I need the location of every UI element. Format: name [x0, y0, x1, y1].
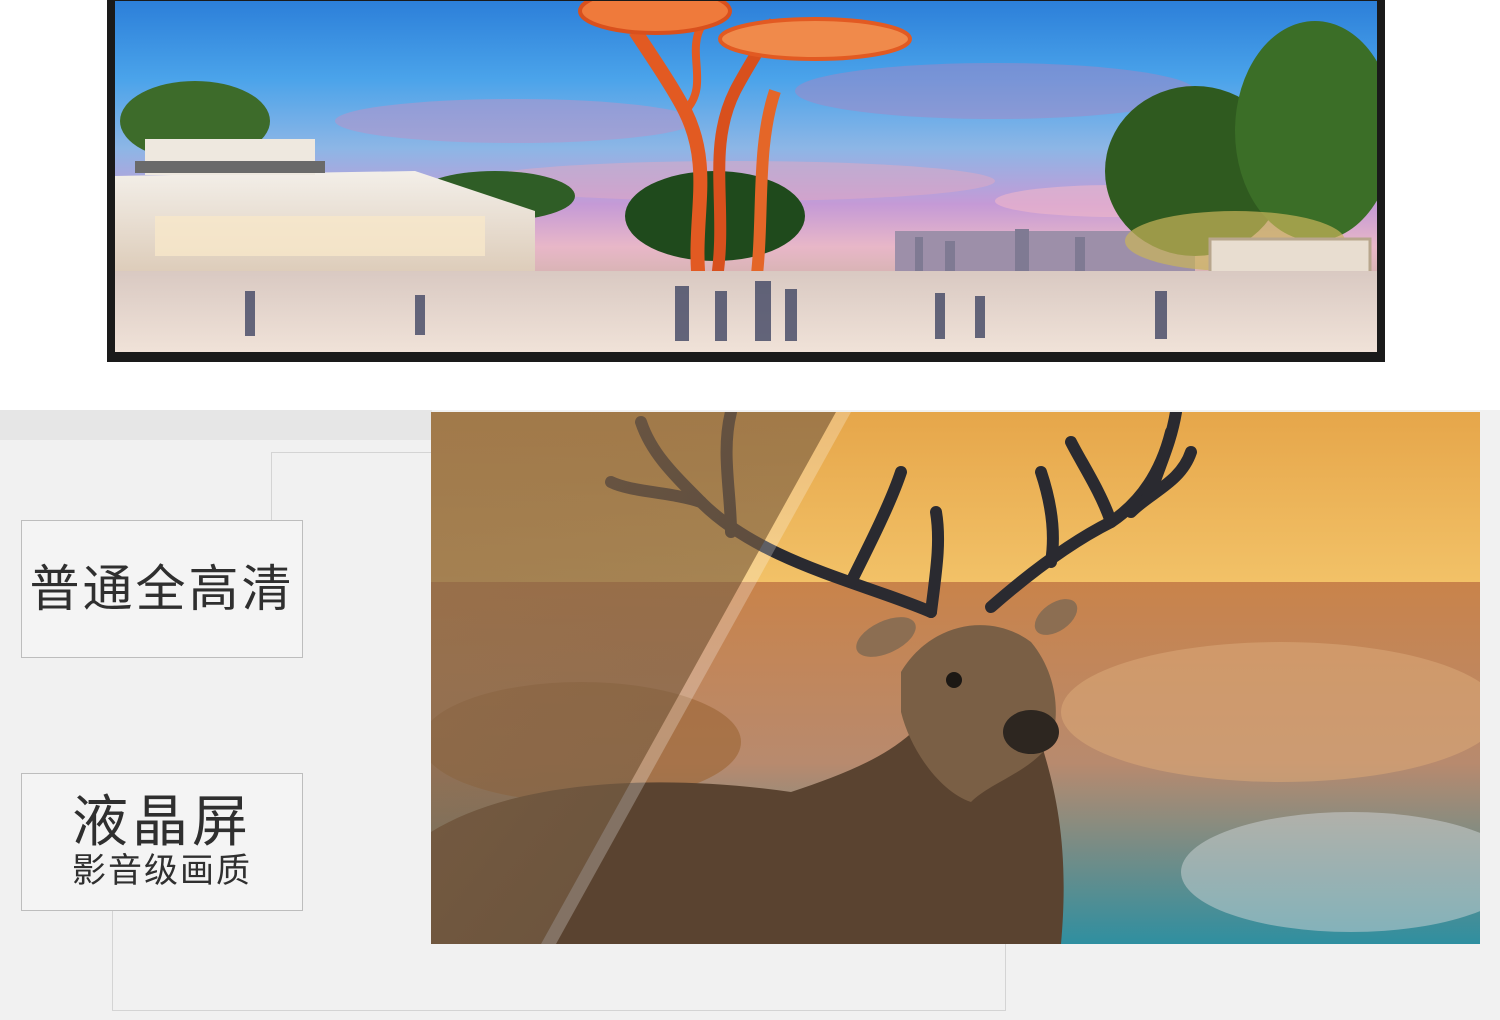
- monitor-screen: [115, 1, 1377, 352]
- lcd-label: 液晶屏: [72, 789, 252, 855]
- decorative-band: [0, 410, 432, 440]
- deer-comparison-image: [431, 412, 1480, 944]
- deer-scene: [431, 412, 1480, 944]
- monitor-frame: [107, 0, 1385, 362]
- lcd-sublabel: 影音级画质: [72, 850, 252, 891]
- decorative-outline-upper: [271, 452, 441, 522]
- normal-fhd-label: 普通全高清: [29, 559, 295, 618]
- normal-fhd-label-box: 普通全高清: [21, 520, 303, 658]
- city-plaza-image: [115, 1, 1377, 352]
- lcd-label-box: 液晶屏 影音级画质: [21, 773, 303, 911]
